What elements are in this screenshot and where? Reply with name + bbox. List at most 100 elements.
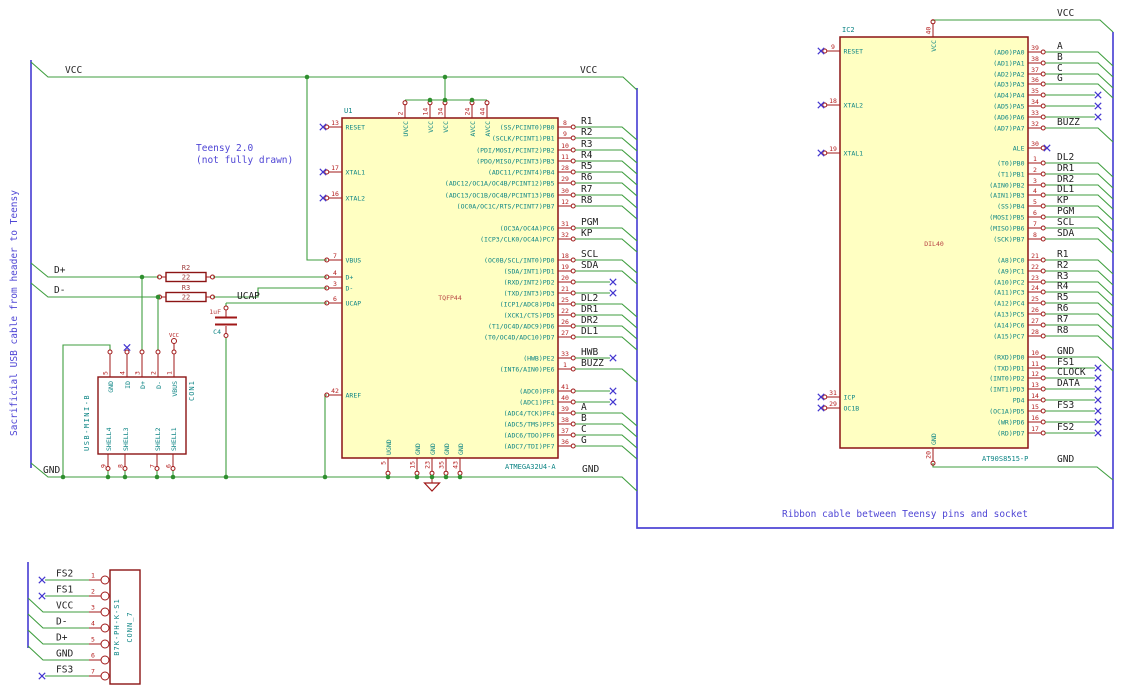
pin-end bbox=[1040, 365, 1046, 371]
pin-number: 5 bbox=[102, 371, 110, 375]
pin-end bbox=[1040, 145, 1046, 151]
pin-name: UGND bbox=[385, 439, 393, 455]
junction-dot bbox=[429, 474, 435, 480]
pin-end bbox=[155, 349, 161, 355]
pin-number: 16 bbox=[1031, 414, 1039, 422]
pin-number: 25 bbox=[1031, 295, 1039, 303]
pin-number: 42 bbox=[331, 387, 339, 395]
pin-number: 11 bbox=[561, 153, 569, 161]
pin-number: 5 bbox=[91, 636, 95, 644]
pin-end bbox=[1040, 289, 1046, 295]
pin-number: 20 bbox=[925, 451, 933, 459]
pin-end bbox=[822, 102, 828, 108]
pin-number: 36 bbox=[561, 438, 569, 446]
pin-number: 8 bbox=[1033, 231, 1037, 239]
net-label: R1 bbox=[1057, 249, 1069, 260]
pin-end bbox=[1040, 182, 1046, 188]
wire bbox=[1045, 173, 1114, 189]
pin-name: (A13)PC5 bbox=[993, 310, 1024, 318]
pin-end bbox=[1040, 257, 1046, 263]
schematic-canvas[interactable]: U1TQFP44ATMEGA32U4-A13RESET17XTAL116XTAL… bbox=[0, 0, 1131, 690]
pin-number: 8 bbox=[563, 119, 567, 127]
pin-number: 19 bbox=[561, 263, 569, 271]
pin-name: D+ bbox=[346, 273, 354, 281]
pin-end bbox=[1040, 81, 1046, 87]
pin-name: XTAL2 bbox=[346, 194, 366, 202]
pin-number: 15 bbox=[409, 461, 417, 469]
pin-name: (WR)PD6 bbox=[997, 418, 1024, 426]
pin-name: (MISO)PB6 bbox=[989, 224, 1024, 232]
pin-end bbox=[484, 100, 490, 106]
power-label: GND bbox=[582, 464, 599, 475]
pin-end bbox=[402, 100, 408, 106]
pin-end bbox=[570, 410, 576, 416]
pin-number: 1 bbox=[91, 572, 95, 580]
note-teensy-line1: Teensy 2.0 bbox=[196, 143, 253, 154]
pin-number: 14 bbox=[1031, 392, 1039, 400]
pin-number: 35 bbox=[438, 461, 446, 469]
net-label: R6 bbox=[581, 172, 593, 183]
component-value: B7K-PH-K-S1 bbox=[113, 598, 121, 655]
pin-name: (ADC6/TDO)PF6 bbox=[504, 431, 555, 439]
pin-name: GND bbox=[443, 443, 451, 455]
pin-number: 27 bbox=[1031, 317, 1039, 325]
net-label: A bbox=[581, 402, 587, 413]
net-label: R7 bbox=[1057, 314, 1068, 325]
pin-number: 17 bbox=[331, 164, 339, 172]
pin-number: 4 bbox=[333, 269, 337, 277]
pin-name: VCC bbox=[427, 121, 435, 133]
component-value: AT90S8515-P bbox=[982, 455, 1028, 463]
pin-name: (T0/OC4D/ADC10)PD7 bbox=[484, 333, 555, 341]
pin-name: (ADC1)PF1 bbox=[519, 398, 554, 406]
pin-name: (AD2)PA2 bbox=[993, 70, 1024, 78]
pin-number: 11 bbox=[1031, 360, 1039, 368]
pin-name: (AD5)PA5 bbox=[993, 102, 1024, 110]
pin-name: SHELL3 bbox=[122, 427, 130, 451]
net-label: DR1 bbox=[581, 304, 598, 315]
net-label: B bbox=[1057, 52, 1063, 63]
pin-name: PD4 bbox=[1013, 396, 1025, 404]
pin-end bbox=[385, 470, 391, 476]
net-label: DR1 bbox=[1057, 163, 1074, 174]
net-label: R1 bbox=[581, 116, 593, 127]
pin-number: 26 bbox=[561, 318, 569, 326]
net-label: R2 bbox=[1057, 260, 1068, 271]
pin-name: (MOSI)PB5 bbox=[989, 213, 1024, 221]
pin-end bbox=[570, 334, 576, 340]
net-label: C bbox=[581, 424, 587, 435]
pin-end bbox=[570, 158, 576, 164]
component-value: 1uF bbox=[209, 308, 221, 316]
pin-end bbox=[1040, 171, 1046, 177]
pin-end bbox=[1040, 49, 1046, 55]
pin-name: (PDO/MISO/PCINT3)PB3 bbox=[476, 157, 554, 165]
pin-name: (ADC11/PCINT4)PB4 bbox=[488, 168, 555, 176]
wire bbox=[306, 77, 327, 261]
pin-number: 32 bbox=[1031, 120, 1039, 128]
pin-number: 8 bbox=[117, 464, 125, 468]
pin-name: VCC bbox=[930, 40, 938, 52]
pin-name: GND bbox=[457, 443, 465, 455]
pin-name: XTAL1 bbox=[346, 168, 366, 176]
wire bbox=[324, 394, 327, 477]
pin-number: 39 bbox=[1031, 44, 1039, 52]
pin-end bbox=[1040, 311, 1046, 317]
power-label: GND bbox=[43, 465, 60, 476]
pin-end bbox=[324, 124, 330, 130]
pin-end bbox=[324, 169, 330, 175]
net-label: FS3 bbox=[56, 665, 73, 676]
pin-number: 10 bbox=[561, 142, 569, 150]
pin-end bbox=[570, 203, 576, 209]
pin-end bbox=[570, 432, 576, 438]
pin-end bbox=[822, 48, 828, 54]
junction-dot bbox=[442, 74, 448, 80]
pin-number: 37 bbox=[561, 427, 569, 435]
power-label: VCC bbox=[580, 65, 597, 76]
wire bbox=[1045, 51, 1114, 67]
pin-end bbox=[414, 470, 420, 476]
pin-end bbox=[1040, 408, 1046, 414]
net-label: FS3 bbox=[1057, 400, 1074, 411]
net-label: R8 bbox=[581, 195, 593, 206]
wire bbox=[932, 463, 1114, 481]
gnd-power-icon bbox=[423, 482, 441, 492]
component-reference: C4 bbox=[213, 328, 221, 336]
